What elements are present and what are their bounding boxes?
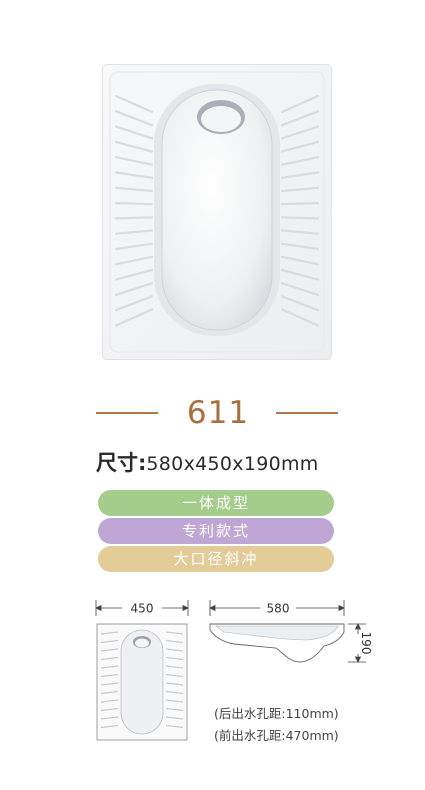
divider-left: [96, 412, 158, 414]
feature-badge-flush: 大口径斜冲: [98, 546, 334, 572]
top-view-width-label: 450: [131, 602, 154, 616]
product-photo: [102, 64, 332, 360]
size-value: 580x450x190mm: [146, 453, 319, 475]
front-outlet-distance-note: (前出水孔距:470mm): [214, 728, 339, 743]
size-label: 尺寸:: [96, 451, 147, 475]
side-view-height-label: 190: [359, 632, 373, 655]
side-view-drawing: 580 190: [209, 600, 373, 663]
rib-line: [114, 202, 154, 206]
top-view-drawing: 450: [95, 600, 189, 741]
feature-badge-one-piece: 一体成型: [98, 490, 334, 516]
rear-outlet-distance-note: (后出水孔距:110mm): [214, 706, 339, 721]
rib-line: [280, 202, 320, 206]
feature-badge-patent: 专利款式: [98, 518, 334, 544]
rib-line: [280, 216, 320, 220]
divider-right: [276, 412, 338, 414]
model-number: 611: [186, 395, 250, 431]
side-view-length-label: 580: [267, 602, 290, 616]
size-spec: 尺寸:580x450x190mm: [96, 448, 319, 480]
rib-line: [114, 216, 154, 220]
